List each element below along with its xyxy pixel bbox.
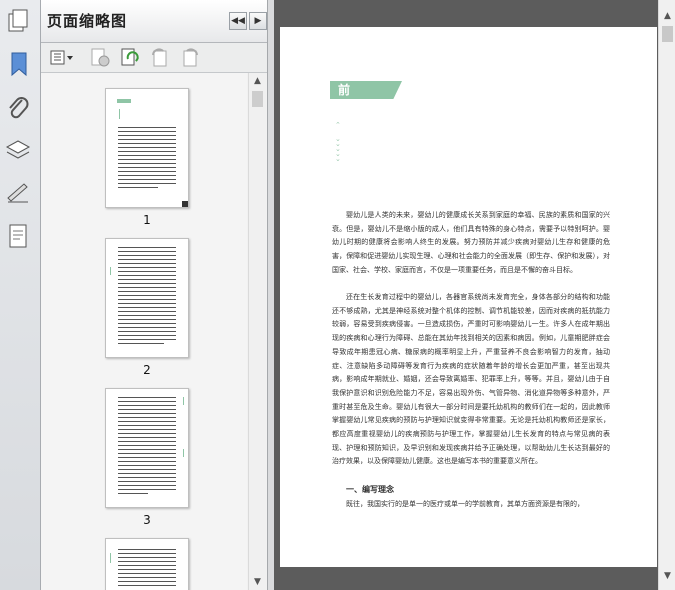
panel-title: 页面缩略图 [47,12,128,30]
rotate-left-icon[interactable] [149,47,171,68]
chevron-up-icon: ⌃ [335,121,341,129]
thumbnail-label: 1 [143,213,151,227]
bookmark-icon[interactable] [4,50,32,78]
thumbnail-toolbar [41,43,267,73]
attachment-icon[interactable] [4,94,32,122]
options-menu-icon[interactable] [49,47,75,68]
scroll-up-icon[interactable]: ▲ [659,8,675,24]
thumbnail-list: 1 2 3 [41,73,247,590]
panel-header: 页面缩略图 ◀◀ ▶ [41,0,267,43]
scroll-down-icon[interactable]: ▼ [249,574,266,590]
content-icon[interactable] [4,222,32,250]
chevron-down-icon: ⌄ [335,155,341,163]
page-thumbnail-4[interactable] [105,538,189,590]
document-page: 前 言 ⌃ ⌄ ⌄ ⌄ ⌄ ⌄ 婴幼儿是人类的未来，婴幼儿的健康成长关系到家庭的… [280,27,657,567]
rotate-right-icon[interactable] [179,47,201,68]
paragraph: 婴幼儿是人类的未来，婴幼儿的健康成长关系到家庭的幸福、民族的素质和国家的兴衰。但… [332,211,610,274]
page-thumbnail-2[interactable] [105,238,189,358]
replace-pages-icon[interactable] [119,47,141,68]
pages-icon[interactable] [4,6,32,34]
double-chevron-left-icon[interactable]: ◀◀ [229,12,247,30]
paragraph: 还在生长发育过程中的婴幼儿，各器官系统尚未发育完全，身体各部分的结构和功能还不够… [332,293,610,466]
scrollbar-thumb[interactable] [662,26,673,42]
chevron-right-icon[interactable]: ▶ [249,12,267,30]
scroll-down-icon[interactable]: ▼ [659,568,675,584]
section-heading: 一、编写理念 [346,485,394,494]
thumbnail-panel: 页面缩略图 ◀◀ ▶ 1 2 3 ▲ ▼ [41,0,267,590]
page-heading: 前 言 [330,81,402,99]
signature-icon[interactable] [4,178,32,206]
document-scrollbar[interactable]: ▲ ▼ [658,0,675,590]
document-area: 前 言 ⌃ ⌄ ⌄ ⌄ ⌄ ⌄ 婴幼儿是人类的未来，婴幼儿的健康成长关系到家庭的… [274,0,658,590]
navigation-rail [0,0,41,590]
scroll-up-icon[interactable]: ▲ [249,73,266,89]
paragraph: 既往，我国实行的是单一的医疗或单一的学前教育，其单方面资源是有限的， [346,500,584,508]
page-thumbnail-3[interactable] [105,388,189,508]
layers-icon[interactable] [4,136,32,164]
thumbnail-scrollbar[interactable]: ▲ ▼ [248,73,266,590]
page-thumbnail-1[interactable] [105,88,189,208]
scrollbar-thumb[interactable] [252,91,263,107]
thumbnail-label: 3 [143,513,151,527]
thumbnail-label: 2 [143,363,151,377]
delete-pages-icon[interactable] [89,47,111,68]
